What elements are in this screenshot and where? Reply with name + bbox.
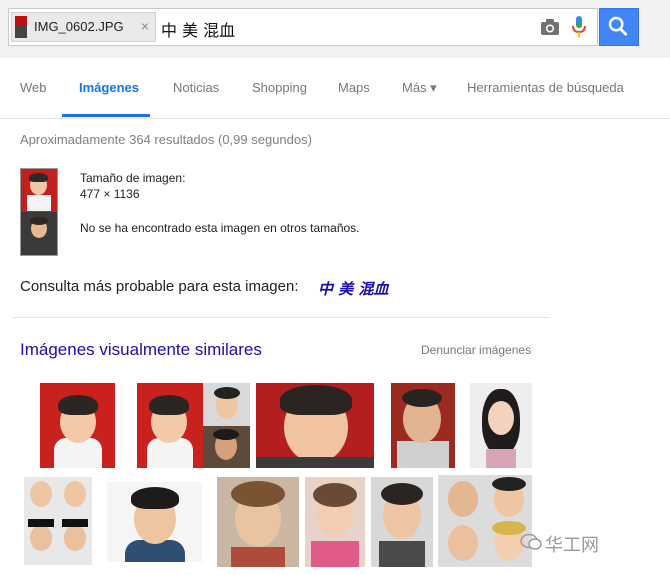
search-image-chip[interactable]: IMG_0602.JPG × [11,12,156,42]
similar-image[interactable] [217,477,299,567]
query-image-thumbnail[interactable] [20,168,58,256]
similar-image[interactable] [203,383,250,426]
chip-thumbnail [15,16,27,38]
watermark-text: 华工网 [545,535,599,556]
microphone-icon[interactable] [572,16,586,38]
search-icon [608,16,628,36]
tab-maps[interactable]: Maps [338,80,370,95]
similar-image[interactable] [40,383,115,468]
search-tabs: Web Imágenes Noticias Shopping Maps Más … [0,60,670,119]
search-header: IMG_0602.JPG × 中 美 混血 [0,0,670,58]
similar-image[interactable] [203,426,250,468]
similar-image[interactable] [470,383,532,468]
best-guess-link[interactable]: 中 美 混血 [318,278,388,299]
similar-image[interactable] [24,477,92,565]
result-stats: Aproximadamente 364 resultados (0,99 seg… [20,132,312,147]
similar-image[interactable] [305,477,365,567]
similar-images-title[interactable]: Imágenes visualmente similares [20,340,262,360]
tab-web[interactable]: Web [20,80,47,95]
wechat-icon [520,533,542,550]
active-tab-indicator [62,114,150,117]
tab-images[interactable]: Imágenes [79,80,139,95]
search-box[interactable]: IMG_0602.JPG × 中 美 混血 [8,8,598,46]
camera-icon[interactable] [540,18,560,36]
chip-filename: IMG_0602.JPG [34,19,124,34]
search-input[interactable]: 中 美 混血 [161,17,235,41]
similar-image[interactable] [438,475,532,567]
similar-image[interactable] [256,383,374,468]
tab-more[interactable]: Más ▾ [402,80,437,96]
image-size-label: Tamaño de imagen: [80,171,186,185]
similar-image[interactable] [391,383,455,468]
tab-shopping[interactable]: Shopping [252,80,307,95]
tab-search-tools[interactable]: Herramientas de búsqueda [467,80,624,95]
tab-news[interactable]: Noticias [173,80,219,95]
close-icon[interactable]: × [141,18,149,34]
search-button[interactable] [599,8,639,46]
image-size-value: 477 × 1136 [80,187,140,201]
similar-image[interactable] [137,383,203,468]
no-other-sizes-text: No se ha encontrado esta imagen en otros… [80,221,360,235]
similar-image[interactable] [371,477,433,567]
section-divider [12,317,550,318]
report-images-link[interactable]: Denunciar imágenes [421,343,531,357]
best-guess-label: Consulta más probable para esta imagen: [20,278,299,295]
similar-image[interactable] [107,482,202,562]
